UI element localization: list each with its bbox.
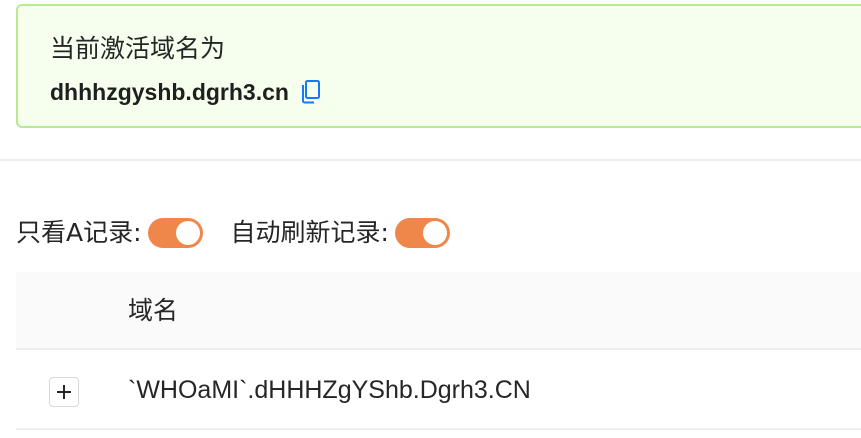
auto-refresh-label: 自动刷新记录: xyxy=(230,218,389,247)
records-table: 域名 `WHOaMI`.dHHHZgYShb.Dgrh3.CN xyxy=(16,272,861,430)
table-row: `WHOaMI`.dHHHZgYShb.Dgrh3.CN xyxy=(16,350,861,430)
filter-toggles: 只看A记录: 自动刷新记录: xyxy=(16,214,450,252)
active-domain-text: dhhhzgyshb.dgrh3.cn xyxy=(50,79,289,105)
auto-refresh-switch[interactable] xyxy=(394,218,450,248)
expand-row-button[interactable] xyxy=(49,377,79,407)
only-a-records-switch[interactable] xyxy=(147,218,203,248)
page: 当前激活域名为 dhhhzgyshb.dgrh3.cn 只看A记录: 自动刷新记… xyxy=(0,0,861,438)
table-header: 域名 xyxy=(16,272,861,350)
only-a-records-label: 只看A记录: xyxy=(16,218,142,247)
domain-cell: `WHOaMI`.dHHHZgYShb.Dgrh3.CN xyxy=(128,376,531,404)
copy-icon[interactable] xyxy=(299,79,321,105)
column-header-domain: 域名 xyxy=(128,296,179,325)
alert-domain-row: dhhhzgyshb.dgrh3.cn xyxy=(50,76,321,108)
switch-knob xyxy=(175,221,200,245)
active-domain-alert: 当前激活域名为 dhhhzgyshb.dgrh3.cn xyxy=(16,4,861,128)
switch-knob xyxy=(422,221,447,245)
alert-title: 当前激活域名为 xyxy=(50,34,226,63)
divider xyxy=(0,159,861,161)
